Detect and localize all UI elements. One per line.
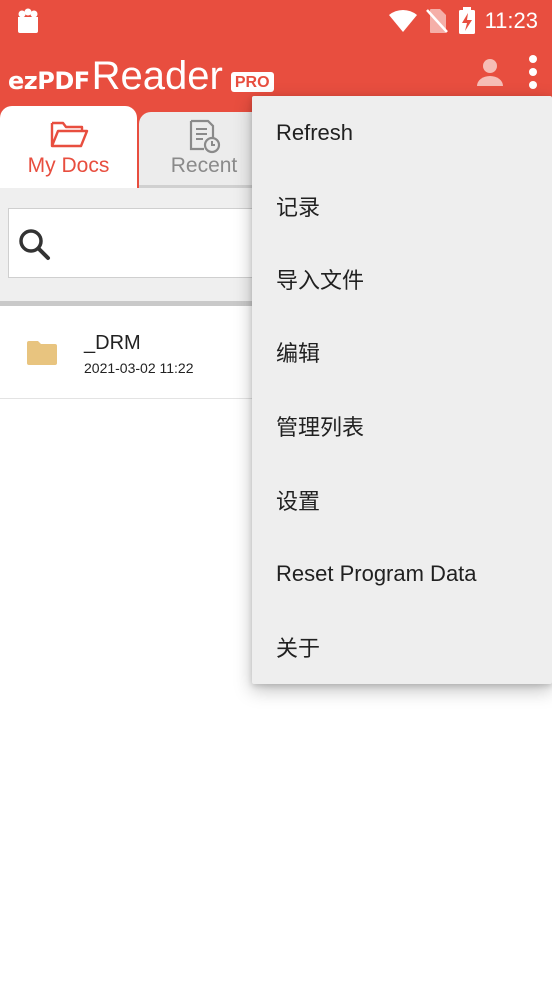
- overflow-menu: Refresh 记录 导入文件 编辑 管理列表 设置 Reset Program…: [252, 96, 552, 684]
- logo-reader: Reader: [91, 54, 223, 98]
- no-sim-icon: [426, 8, 448, 39]
- menu-item-history[interactable]: 记录: [252, 169, 552, 242]
- menu-item-refresh[interactable]: Refresh: [252, 96, 552, 169]
- menu-item-reset-program-data[interactable]: Reset Program Data: [252, 537, 552, 610]
- logo-ezpdf: ezPDF: [8, 67, 90, 95]
- tab-my-docs[interactable]: My Docs: [0, 106, 137, 188]
- file-date: 2021-03-02 11:22: [84, 360, 194, 376]
- status-bar: 11:23: [0, 0, 552, 42]
- notification-bag-icon: [14, 6, 42, 39]
- menu-item-import-file[interactable]: 导入文件: [252, 242, 552, 315]
- screen: 11:23 ezPDF Reader PRO My Docs Recent _D…: [0, 0, 552, 981]
- battery-charging-icon: [458, 7, 476, 40]
- search-icon: [17, 227, 53, 268]
- menu-item-settings[interactable]: 设置: [252, 463, 552, 536]
- pro-badge: PRO: [230, 72, 274, 92]
- account-icon[interactable]: [474, 56, 506, 93]
- status-time: 11:23: [484, 8, 538, 33]
- folder-icon: [26, 340, 58, 371]
- wifi-icon: [388, 8, 418, 39]
- menu-item-manage-list[interactable]: 管理列表: [252, 389, 552, 462]
- tab-recent-label: Recent: [170, 154, 238, 177]
- more-vert-icon[interactable]: [526, 54, 540, 95]
- menu-item-about[interactable]: 关于: [252, 610, 552, 683]
- folder-open-icon: [49, 118, 89, 155]
- tab-my-docs-label: My Docs: [27, 154, 110, 177]
- tab-recent[interactable]: Recent: [139, 112, 269, 188]
- app-logo: ezPDF Reader PRO: [8, 54, 274, 96]
- recent-document-icon: [186, 118, 222, 159]
- menu-item-edit[interactable]: 编辑: [252, 315, 552, 388]
- file-name: _DRM: [84, 332, 141, 354]
